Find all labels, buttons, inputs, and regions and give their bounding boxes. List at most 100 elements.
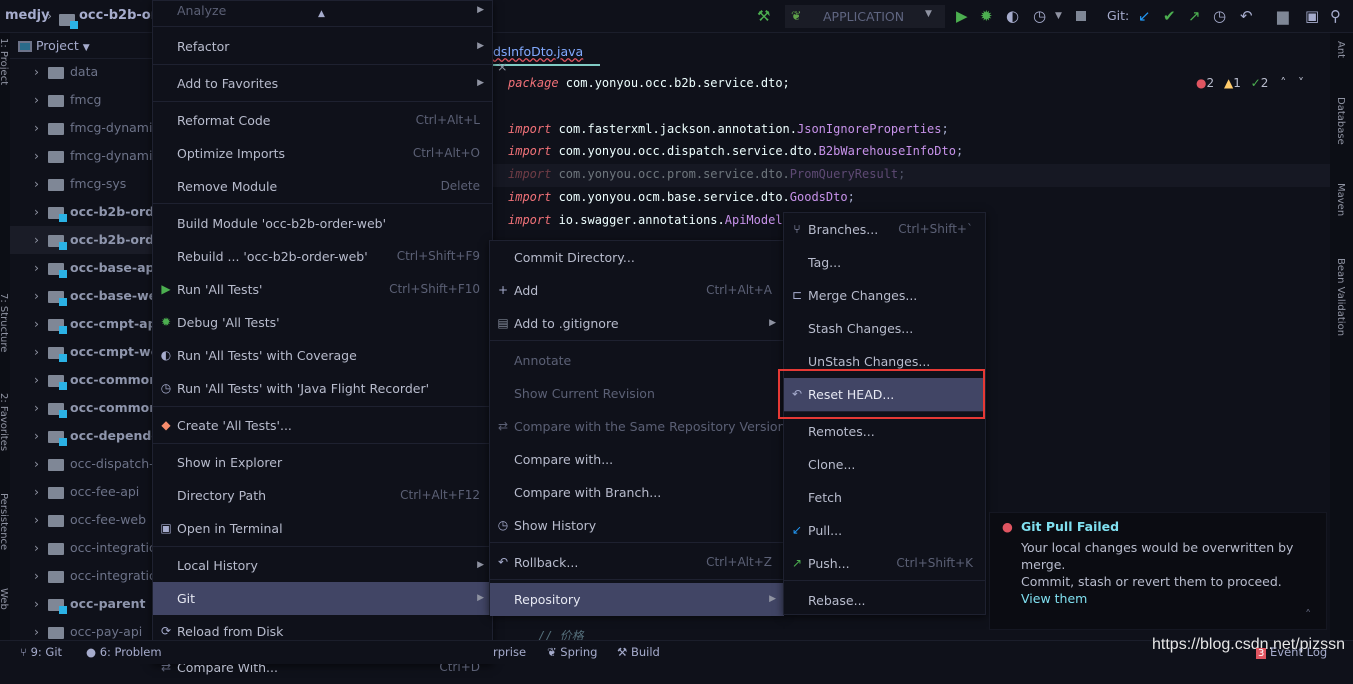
chevron-right-icon[interactable]: › xyxy=(34,590,48,618)
menu-item-show-history[interactable]: ◷ Show History xyxy=(490,509,784,542)
chevron-right-icon[interactable]: › xyxy=(34,422,48,450)
tree-item[interactable]: › occ-common xyxy=(10,366,152,394)
menu-item-clone[interactable]: Clone... xyxy=(784,448,985,481)
tree-item[interactable]: › fmcg-dynamic- xyxy=(10,114,152,142)
menu-item-rollback[interactable]: ↶ Rollback... Ctrl+Alt+Z xyxy=(490,546,784,579)
chevron-down-icon[interactable]: ▼ xyxy=(1055,11,1062,21)
menu-item-show-in-explorer[interactable]: Show in Explorer xyxy=(153,446,492,479)
tree-item[interactable]: › occ-base-api xyxy=(10,254,152,282)
scroll-up-arrow-icon[interactable]: ▲ xyxy=(318,9,325,19)
tool-window-bean-validation[interactable]: Bean Validation xyxy=(1335,258,1346,336)
chevron-right-icon[interactable]: › xyxy=(34,142,48,170)
chevron-right-icon[interactable]: › xyxy=(34,86,48,114)
menu-item-debug-all-tests[interactable]: ✹ Debug 'All Tests' xyxy=(153,306,492,339)
chevron-right-icon[interactable]: › xyxy=(34,170,48,198)
run-config-select[interactable]: ❦ APPLICATION ▼ xyxy=(785,5,945,28)
profile-icon[interactable]: ◷ xyxy=(1033,7,1046,25)
project-header[interactable]: Project ▼ xyxy=(10,33,152,59)
menu-item-stash-changes[interactable]: Stash Changes... xyxy=(784,312,985,345)
tree-item[interactable]: › fmcg-sys xyxy=(10,170,152,198)
chevron-right-icon[interactable]: › xyxy=(34,366,48,394)
chevron-down-icon[interactable]: ˅ xyxy=(1298,76,1304,90)
view-them-link[interactable]: View them xyxy=(1021,591,1087,606)
tree-item[interactable]: › occ-fee-web xyxy=(10,506,152,534)
search-icon[interactable]: ⚲ xyxy=(1330,7,1341,25)
menu-item-add-to-gitignore[interactable]: ▤ Add to .gitignore ▶ xyxy=(490,307,784,340)
git-commit-icon[interactable]: ✔ xyxy=(1163,7,1176,25)
menu-item-run-all-tests[interactable]: ▶ Run 'All Tests' Ctrl+Shift+F10 xyxy=(153,273,492,306)
build-tool-button[interactable]: ⚒ Build xyxy=(617,645,660,659)
tree-item[interactable]: › occ-dependen xyxy=(10,422,152,450)
tree-item[interactable]: › occ-parent xyxy=(10,590,152,618)
menu-item-directory-path[interactable]: Directory Path Ctrl+Alt+F12 xyxy=(153,479,492,512)
chevron-right-icon[interactable]: › xyxy=(34,534,48,562)
tool-window-structure[interactable]: 7: Structure xyxy=(0,293,9,352)
menu-item-remotes[interactable]: Remotes... xyxy=(784,415,985,448)
menu-item-reformat-code[interactable]: Reformat Code Ctrl+Alt+L xyxy=(153,104,492,137)
tree-item[interactable]: › occ-common- xyxy=(10,394,152,422)
tree-item[interactable]: › occ-cmpt-web xyxy=(10,338,152,366)
tool-window-persistence[interactable]: Persistence xyxy=(0,493,9,550)
project-structure-icon[interactable]: ▆ xyxy=(1277,7,1289,25)
tool-window-web[interactable]: Web xyxy=(0,588,9,610)
chevron-right-icon[interactable]: › xyxy=(34,226,48,254)
chevron-up-icon[interactable]: ˄ xyxy=(1280,76,1286,90)
chevron-right-icon[interactable]: › xyxy=(34,394,48,422)
breadcrumb-root[interactable]: medjy xyxy=(5,8,50,23)
run-icon[interactable]: ▶ xyxy=(956,7,968,25)
chevron-up-icon[interactable]: ˄ xyxy=(1305,607,1311,622)
tree-item[interactable]: › occ-integration xyxy=(10,562,152,590)
tree-item[interactable]: › fmcg-dynamic- xyxy=(10,142,152,170)
chevron-right-icon[interactable]: › xyxy=(34,562,48,590)
close-icon[interactable]: × xyxy=(497,59,507,74)
tree-item[interactable]: › occ-b2b-order xyxy=(10,198,152,226)
tree-item[interactable]: › occ-fee-api xyxy=(10,478,152,506)
chevron-right-icon[interactable]: › xyxy=(34,310,48,338)
terminal-icon[interactable]: ▣ xyxy=(1305,7,1319,25)
tree-item[interactable]: › occ-base-web xyxy=(10,282,152,310)
tree-item[interactable]: › fmcg xyxy=(10,86,152,114)
history-icon[interactable]: ◷ xyxy=(1213,7,1226,25)
inspections-widget[interactable]: ●2 ▲1 ✓2 ˄ ˅ xyxy=(1196,76,1330,98)
menu-item-add-to-favorites[interactable]: Add to Favorites ▶ xyxy=(153,67,492,100)
menu-item-commit-directory[interactable]: Commit Directory... xyxy=(490,241,784,274)
tree-item[interactable]: › occ-integration xyxy=(10,534,152,562)
menu-item-git[interactable]: Git ▶ xyxy=(153,582,492,615)
menu-item-tag[interactable]: Tag... xyxy=(784,246,985,279)
tool-window-project[interactable]: 1: Project xyxy=(0,38,9,85)
tool-window-database[interactable]: Database xyxy=(1335,97,1346,145)
menu-item-add[interactable]: + Add Ctrl+Alt+A xyxy=(490,274,784,307)
menu-item-run-all-tests-with-coverage[interactable]: ◐ Run 'All Tests' with Coverage xyxy=(153,339,492,372)
chevron-right-icon[interactable]: › xyxy=(34,114,48,142)
rollback-icon[interactable]: ↶ xyxy=(1240,7,1253,25)
enterprise-tool-button[interactable]: rprise xyxy=(493,645,526,659)
chevron-right-icon[interactable]: › xyxy=(34,254,48,282)
menu-item-branches[interactable]: ⑂ Branches... Ctrl+Shift+` xyxy=(784,213,985,246)
chevron-right-icon[interactable]: › xyxy=(34,282,48,310)
event-log-button[interactable]: 3 Event Log xyxy=(1256,645,1327,659)
chevron-right-icon[interactable]: › xyxy=(34,506,48,534)
chevron-right-icon[interactable]: › xyxy=(34,450,48,478)
problems-tool-button[interactable]: ● 6: Problem xyxy=(86,645,162,659)
tool-window-maven[interactable]: Maven xyxy=(1335,183,1346,216)
tree-item[interactable]: › occ-cmpt-api xyxy=(10,310,152,338)
menu-item-compare-with[interactable]: Compare with... xyxy=(490,443,784,476)
tool-window-favorites[interactable]: 2: Favorites xyxy=(0,393,9,451)
menu-item-rebuild-occ-b2b-order-web[interactable]: Rebuild ... 'occ-b2b-order-web' Ctrl+Shif… xyxy=(153,240,492,273)
chevron-right-icon[interactable]: › xyxy=(34,198,48,226)
editor-tab[interactable]: dsInfoDto.java × xyxy=(493,40,600,74)
menu-item-run-all-tests-with-java-flight-recorder[interactable]: ◷ Run 'All Tests' with 'Java Flight Recor… xyxy=(153,372,492,405)
chevron-right-icon[interactable]: › xyxy=(34,478,48,506)
chevron-right-icon[interactable]: › xyxy=(34,338,48,366)
tree-item[interactable]: › occ-dispatch-a xyxy=(10,450,152,478)
menu-item-local-history[interactable]: Local History ▶ xyxy=(153,549,492,582)
tree-item[interactable]: › occ-b2b-order xyxy=(10,226,152,254)
debug-icon[interactable]: ✹ xyxy=(980,7,993,25)
git-update-icon[interactable]: ↙ xyxy=(1138,7,1151,25)
chevron-right-icon[interactable]: › xyxy=(34,58,48,86)
menu-item-repository[interactable]: Repository ▶ xyxy=(490,583,784,616)
stop-icon[interactable] xyxy=(1076,11,1086,21)
menu-item-rebase[interactable]: Rebase... xyxy=(784,584,985,617)
git-tool-button[interactable]: ⑂ 9: Git xyxy=(20,645,62,659)
coverage-icon[interactable]: ◐ xyxy=(1006,7,1019,25)
